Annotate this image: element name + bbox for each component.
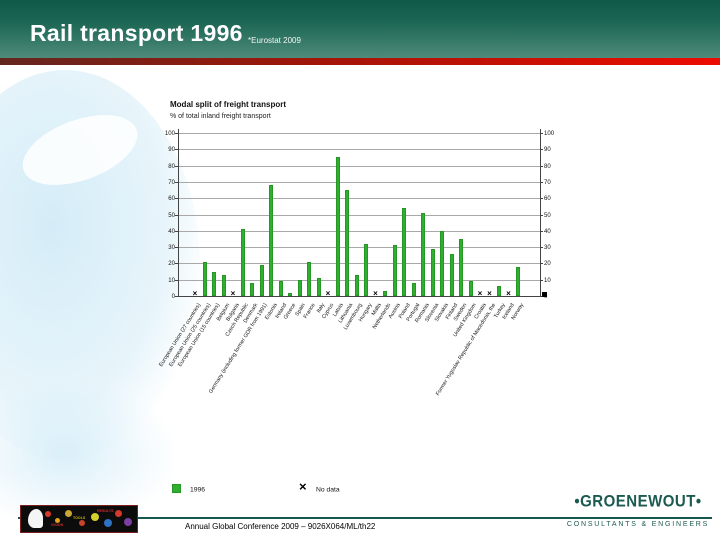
no-data-marker: × xyxy=(487,289,492,298)
bar xyxy=(250,282,254,296)
slide-header: Rail transport 1996 *Eurostat 2009 xyxy=(0,0,720,58)
bar xyxy=(497,286,501,296)
no-data-marker: × xyxy=(506,289,511,298)
bar xyxy=(307,261,311,296)
gear-icon xyxy=(65,510,72,517)
gear-icon xyxy=(115,510,122,517)
groenewout-logo: •GROENEWOUT• CONSULTANTS & ENGINEERS xyxy=(562,492,714,528)
bar xyxy=(345,190,349,296)
bar xyxy=(259,265,264,296)
y-axis-label-right: 50 xyxy=(544,211,551,218)
bar xyxy=(278,281,283,296)
bar xyxy=(468,281,473,296)
legend-no-data-label: No data xyxy=(316,485,340,493)
bar xyxy=(516,266,520,296)
chart-title: Modal split of freight transport xyxy=(170,100,286,109)
chart-subtitle: % of total inland freight transport xyxy=(170,113,271,120)
bar xyxy=(269,185,273,296)
y-axis-label-right: 100 xyxy=(544,129,555,137)
gridline xyxy=(178,165,540,167)
slide: Rail transport 1996 *Eurostat 2009 Modal… xyxy=(0,0,720,540)
bar xyxy=(288,292,292,296)
strip-label-tools: TOOLS xyxy=(73,516,86,521)
bar xyxy=(221,274,226,296)
gear-icon xyxy=(124,518,132,526)
y-axis-label-left: 10 xyxy=(168,276,175,284)
vision-tools-results-logo: VISION TOOLS RESULTS xyxy=(20,505,138,533)
bar xyxy=(212,271,216,296)
y-axis-label-left: 90 xyxy=(168,145,175,153)
gridline xyxy=(178,181,540,183)
y-axis-label-left: 60 xyxy=(168,194,175,202)
header-divider xyxy=(0,58,720,65)
y-axis-label-left: 0 xyxy=(171,292,175,300)
y-axis-label-right: 60 xyxy=(544,194,551,202)
head-profile-icon xyxy=(28,509,43,528)
bar xyxy=(335,157,340,296)
legend-year-label: 1996 xyxy=(190,485,206,493)
source-note: *Eurostat 2009 xyxy=(248,36,301,45)
no-data-marker: × xyxy=(192,289,198,298)
bar xyxy=(402,207,406,296)
gridline xyxy=(178,133,540,134)
groenewout-logo-tagline: CONSULTANTS & ENGINEERS xyxy=(566,521,710,528)
bar xyxy=(459,238,463,296)
footer-text: Annual Global Conference 2009 – 9026X064… xyxy=(185,522,375,531)
y-axis-label-left: 70 xyxy=(168,178,175,186)
bar xyxy=(449,253,454,296)
no-data-marker: × xyxy=(373,289,378,298)
bar xyxy=(383,291,387,296)
gridline xyxy=(178,198,540,200)
bar-chart-plot-area: 0010102020303040405050606070708080909010… xyxy=(158,129,554,396)
y-axis-label-right: 10 xyxy=(544,276,551,284)
bar xyxy=(392,245,397,296)
y-axis-line-left xyxy=(178,129,179,297)
bar xyxy=(440,230,444,296)
bar xyxy=(411,282,416,296)
gear-icon xyxy=(79,520,85,526)
chart-corner-marker xyxy=(542,292,547,297)
gear-icon xyxy=(104,519,112,527)
strip-label-vision: VISION xyxy=(51,523,64,528)
legend-year-swatch xyxy=(172,484,181,493)
y-axis-label-right: 20 xyxy=(544,260,551,267)
gear-icon xyxy=(91,513,99,521)
y-axis-label-left: 20 xyxy=(168,260,175,267)
gridline xyxy=(178,214,540,216)
y-axis-label-left: 30 xyxy=(168,243,175,251)
bar xyxy=(364,243,368,296)
bar xyxy=(297,279,302,296)
gridline xyxy=(178,263,540,265)
bar xyxy=(430,248,435,296)
slide-title: Rail transport 1996 xyxy=(30,20,243,46)
y-axis-label-right: 90 xyxy=(544,145,551,153)
y-axis-label-left: 40 xyxy=(168,227,175,235)
y-axis-label-right: 70 xyxy=(544,178,551,186)
no-data-marker: × xyxy=(477,289,483,298)
y-axis-line-right xyxy=(540,129,541,297)
gear-icon xyxy=(45,511,51,517)
bar xyxy=(240,229,245,296)
bar xyxy=(316,278,321,296)
y-axis-label-left: 80 xyxy=(168,162,175,169)
strip-label-results: RESULTS xyxy=(97,509,114,514)
gridline xyxy=(178,149,540,151)
gridline xyxy=(178,279,540,281)
y-axis-label-left: 100 xyxy=(164,129,175,137)
footer-conference-text: Annual Global Conference 2009 – 9026X064… xyxy=(185,522,367,531)
gridline xyxy=(178,247,540,249)
page-number: 22 xyxy=(366,522,376,531)
y-axis-label-right: 40 xyxy=(544,227,551,235)
bar xyxy=(421,212,425,296)
no-data-marker: × xyxy=(325,289,331,298)
legend-no-data-icon: × xyxy=(299,479,307,494)
bar xyxy=(354,274,359,296)
no-data-marker: × xyxy=(230,289,236,298)
gridline xyxy=(178,230,540,232)
y-axis-label-left: 50 xyxy=(168,211,175,218)
y-axis-label-right: 80 xyxy=(544,162,551,169)
y-axis-label-right: 30 xyxy=(544,243,551,251)
bar xyxy=(202,261,207,296)
groenewout-logo-name: •GROENEWOUT• xyxy=(574,492,702,512)
